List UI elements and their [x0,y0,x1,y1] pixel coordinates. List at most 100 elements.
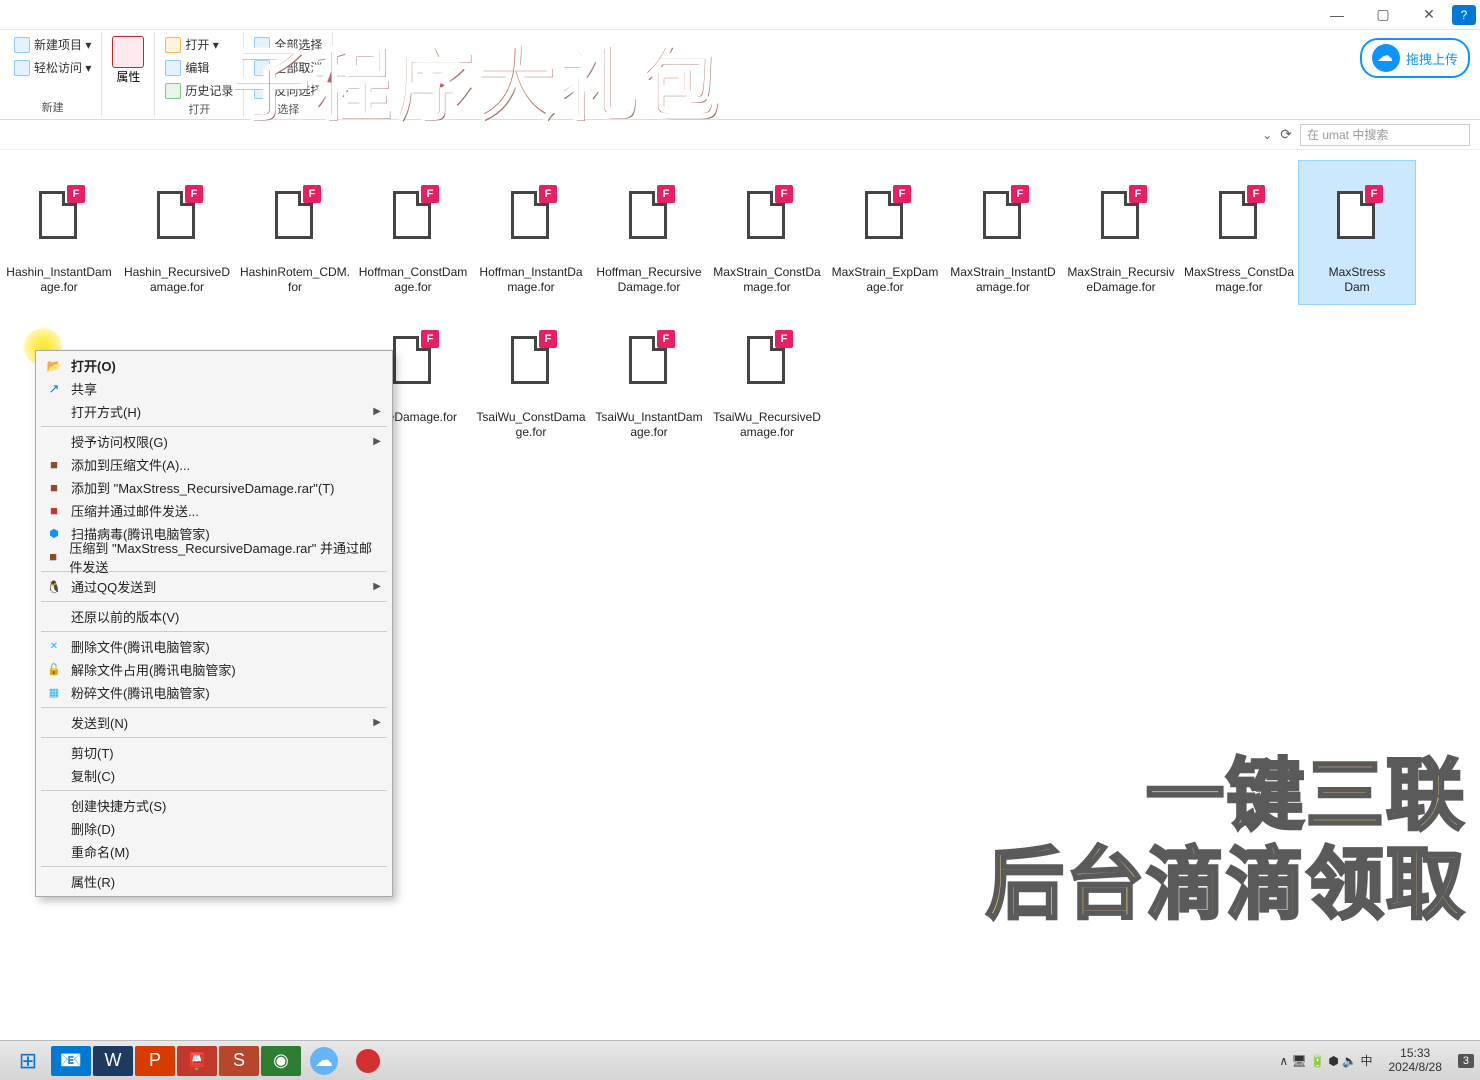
taskbar-app-5[interactable]: S [219,1046,259,1076]
submenu-arrow-icon: ▶ [373,436,381,447]
file-name: MaxStrain_ConstDamage.for [711,265,823,295]
menu-item[interactable]: 粉碎文件(腾讯电脑管家) [39,681,389,704]
menu-item[interactable]: 属性(R) [39,870,389,893]
open-button[interactable]: 打开 ▾ [161,34,237,55]
file-thumbnail: F [1071,165,1171,265]
menu-item[interactable]: 删除文件(腾讯电脑管家) [39,635,389,658]
menu-item[interactable]: 添加到压缩文件(A)... [39,453,389,476]
help-button[interactable]: ? [1452,5,1476,25]
menu-item[interactable]: 添加到 "MaxStress_RecursiveDamage.rar"(T) [39,476,389,499]
file-item[interactable]: FTsaiWu_InstantDamage.for [590,305,708,450]
menu-item[interactable]: 删除(D) [39,817,389,840]
file-item[interactable]: FHashin_InstantDamage.for [0,160,118,305]
clock[interactable]: 15:33 2024/8/28 [1380,1047,1449,1073]
menu-item-icon [45,744,63,762]
edit-button[interactable]: 编辑 [161,57,237,78]
taskbar-app-1[interactable]: 📧 [51,1046,91,1076]
menu-item[interactable]: 共享 [39,377,389,400]
menu-item[interactable]: 授予访问权限(G)▶ [39,430,389,453]
file-item[interactable]: FHoffman_RecursiveDamage.for [590,160,708,305]
file-thumbnail: F [481,310,581,410]
menu-item[interactable]: 重命名(M) [39,840,389,863]
file-item[interactable]: FHashin_RecursiveDamage.for [118,160,236,305]
menu-item-label: 剪切(T) [71,743,114,762]
menu-item-label: 解除文件占用(腾讯电脑管家) [71,660,236,679]
menu-item[interactable]: 打开方式(H) ▶ [39,400,389,423]
fortran-file-icon: F [507,187,555,243]
menu-item[interactable]: 解除文件占用(腾讯电脑管家) [39,658,389,681]
menu-separator [41,707,387,708]
maximize-button[interactable]: ▢ [1360,0,1406,30]
start-button[interactable]: ⊞ [6,1044,50,1078]
search-input[interactable]: 在 umat 中搜索 [1300,124,1470,146]
ribbon-label-open: 打开 [188,101,210,117]
properties-label: 属性 [116,68,140,85]
new-project-button[interactable]: 新建项目 ▾ [10,34,95,55]
file-name: HashinRotem_CDM.for [239,265,351,295]
taskbar-app-2[interactable]: W [93,1046,133,1076]
menu-item[interactable]: 通过QQ发送到 ▶ [39,575,389,598]
menu-item-label: 粉碎文件(腾讯电脑管家) [71,683,210,702]
file-item[interactable]: F MaxStressDam [1298,160,1416,305]
history-icon [165,83,181,99]
submenu-arrow-icon: ▶ [373,717,381,728]
file-item[interactable]: FHoffman_ConstDamage.for [354,160,472,305]
taskbar-app-7[interactable]: ☁ [302,1044,346,1078]
submenu-arrow-icon: ▶ [373,581,381,592]
menu-item-icon [45,843,63,861]
history-button[interactable]: 历史记录 [161,80,237,101]
file-item[interactable]: FMaxStrain_InstantDamage.for [944,160,1062,305]
upload-pill[interactable]: 拖拽上传 [1360,38,1470,78]
file-item[interactable]: FMaxStress_ConstDamage.for [1180,160,1298,305]
properties-icon[interactable] [112,36,144,68]
taskbar-app-8[interactable] [346,1044,390,1078]
menu-item[interactable]: 打开(O) [39,354,389,377]
menu-item[interactable]: 剪切(T) [39,741,389,764]
tray-icons[interactable]: ∧ 🖥 🔋 ⬢ 🔈 中 [1279,1052,1372,1069]
file-item[interactable]: FMaxStrain_ExpDamage.for [826,160,944,305]
file-name: Hoffman_ConstDamage.for [357,265,469,295]
file-name: MaxStressDam [1329,265,1386,295]
menu-item-icon [45,608,63,626]
file-item[interactable]: FHashinRotem_CDM.for [236,160,354,305]
menu-item-icon [45,433,63,451]
new-project-icon [14,37,30,53]
close-button[interactable]: ✕ [1406,0,1452,30]
submenu-arrow-icon: ▶ [373,406,381,417]
file-item[interactable]: FTsaiWu_RecursiveDamage.for [708,305,826,450]
fortran-file-icon: F [1215,187,1263,243]
file-item[interactable]: FMaxStrain_RecursiveDamage.for [1062,160,1180,305]
file-item[interactable]: FMaxStrain_ConstDamage.for [708,160,826,305]
file-thumbnail: F [835,165,935,265]
menu-item-label: 通过QQ发送到 [71,577,156,596]
quick-access-button[interactable]: 轻松访问 ▾ [10,57,95,78]
quick-access-icon [14,60,30,76]
upload-label: 拖拽上传 [1406,49,1458,68]
fortran-file-icon: F [1333,187,1381,243]
menu-item[interactable]: 创建快捷方式(S) [39,794,389,817]
taskbar-app-6[interactable]: ◉ [261,1046,301,1076]
fortran-file-icon: F [153,187,201,243]
file-thumbnail: F [363,165,463,265]
rar-icon [45,479,63,497]
menu-item-icon [45,820,63,838]
menu-item[interactable]: 压缩到 "MaxStress_RecursiveDamage.rar" 并通过邮… [39,545,389,568]
file-thumbnail: F [599,310,699,410]
menu-item[interactable]: 发送到(N)▶ [39,711,389,734]
refresh-icon[interactable]: ⟳ [1280,126,1292,143]
edit-icon [165,60,181,76]
file-item[interactable]: FTsaiWu_ConstDamage.for [472,305,590,450]
file-item[interactable]: FHoffman_InstantDamage.for [472,160,590,305]
menu-item-icon [45,714,63,732]
menu-item[interactable]: 还原以前的版本(V) [39,605,389,628]
menu-item[interactable]: 压缩并通过邮件发送... [39,499,389,522]
nav-dropdown-icon[interactable]: ⌄ [1262,128,1272,142]
taskbar-app-4[interactable]: 📮 [177,1046,217,1076]
menu-item[interactable]: 复制(C) [39,764,389,787]
system-tray[interactable]: ∧ 🖥 🔋 ⬢ 🔈 中 15:33 2024/8/28 3 [1279,1047,1474,1073]
taskbar-app-3[interactable]: P [135,1046,175,1076]
menu-item-icon [45,403,63,421]
notification-count[interactable]: 3 [1458,1054,1474,1068]
minimize-button[interactable]: — [1314,0,1360,30]
menu-item-label: 打开方式(H) [71,402,141,421]
